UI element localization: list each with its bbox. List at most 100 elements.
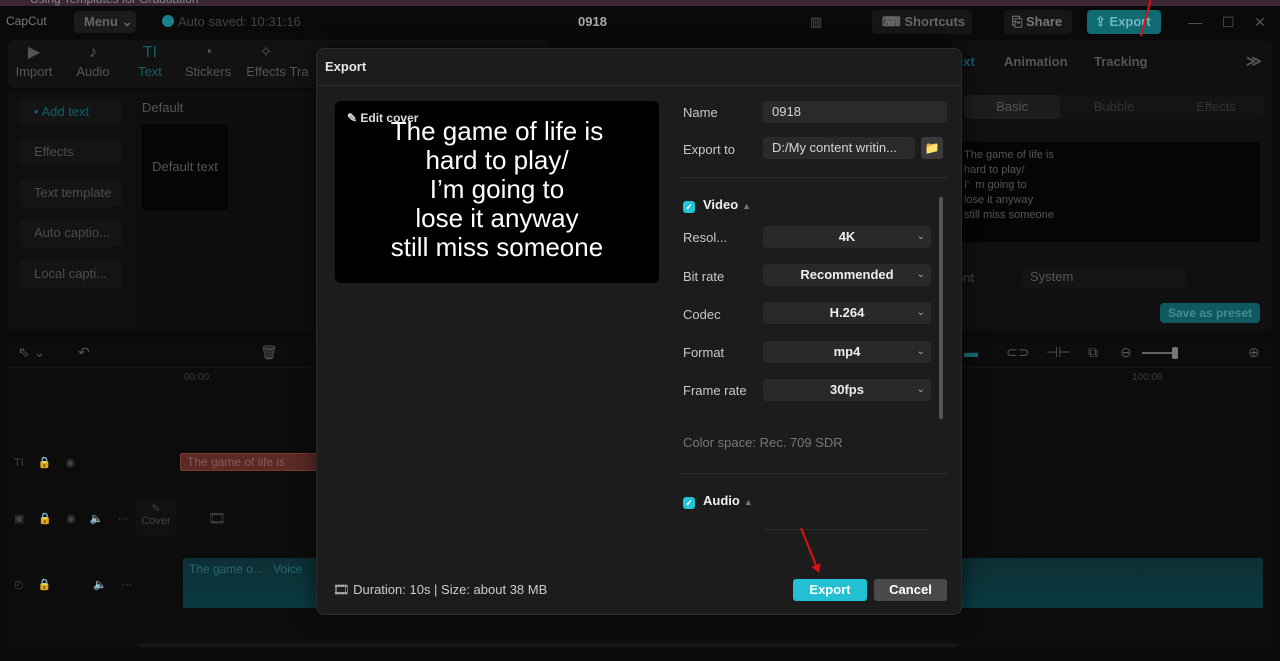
- framerate-value: 30fps: [830, 382, 864, 397]
- more-icon[interactable]: ⋯: [121, 579, 132, 591]
- bitrate-select[interactable]: Recommended ⌄: [763, 264, 931, 286]
- share-button[interactable]: ⎘ Share: [1004, 10, 1072, 34]
- zoom-slider-handle[interactable]: [1172, 347, 1178, 359]
- caret-up-icon: ▲: [743, 497, 753, 507]
- eye-icon[interactable]: ◉: [66, 513, 76, 525]
- framerate-select[interactable]: 30fps ⌄: [763, 379, 931, 401]
- segment-bubble[interactable]: Bubble: [1066, 95, 1162, 119]
- resolution-select[interactable]: 4K ⌄: [763, 226, 931, 248]
- color-space-info: Color space: Rec. 709 SDR: [683, 435, 843, 450]
- undo-icon[interactable]: ↶: [78, 344, 90, 361]
- preview-zoom-icon[interactable]: ⧉: [1088, 344, 1098, 361]
- resolution-label: Resol...: [683, 230, 728, 245]
- text-content-input[interactable]: The game of life is hard to play/ I' m g…: [960, 142, 1260, 242]
- tab-animation[interactable]: Animation: [1004, 54, 1068, 69]
- tool-label: Audio: [76, 64, 110, 79]
- link-icon[interactable]: ⊂⊃: [1006, 344, 1029, 361]
- cancel-button[interactable]: Cancel: [874, 579, 947, 601]
- timeline-scrollbar[interactable]: [138, 643, 958, 647]
- film-icon: 🎞: [333, 582, 354, 597]
- tab-tracking[interactable]: Tracking: [1094, 54, 1147, 69]
- chevron-down-icon: ⌄: [916, 346, 925, 357]
- speaker-icon[interactable]: 🔈: [90, 513, 104, 525]
- tool-label: Text: [138, 64, 162, 79]
- lock-icon[interactable]: 🔒: [38, 579, 52, 591]
- name-input[interactable]: 0918: [763, 101, 947, 123]
- nav-auto-captions[interactable]: Auto captio...: [20, 219, 122, 247]
- cover-button[interactable]: ✎ Cover: [136, 498, 176, 536]
- framerate-label: Frame rate: [683, 383, 747, 398]
- name-label: Name: [683, 105, 718, 120]
- nav-text-template[interactable]: Text template: [20, 179, 122, 207]
- codec-select[interactable]: H.264 ⌄: [763, 302, 931, 324]
- tool-import[interactable]: ▶ Import: [4, 42, 64, 79]
- tool-audio[interactable]: ♪ Audio: [63, 42, 123, 79]
- video-section-header[interactable]: ✓ Video ▲: [683, 197, 751, 213]
- expand-icon[interactable]: ≫: [1246, 52, 1262, 70]
- split-icon[interactable]: ⊣⊢: [1046, 344, 1070, 361]
- ruler-tick: 00:00: [184, 372, 210, 383]
- zoom-slider[interactable]: [1142, 352, 1176, 354]
- layout-icon[interactable]: ▥: [810, 14, 822, 30]
- export-button[interactable]: Export: [793, 579, 867, 601]
- lock-icon[interactable]: 🔒: [38, 513, 52, 525]
- shortcuts-button[interactable]: ⌨ Shortcuts: [872, 10, 972, 34]
- audio-checkbox[interactable]: ✓: [683, 497, 695, 509]
- nav-effects[interactable]: Effects: [20, 138, 122, 166]
- save-as-preset-button[interactable]: Save as preset: [1160, 303, 1260, 323]
- capcut-logo: CapCut: [6, 14, 47, 28]
- divider: [317, 85, 961, 86]
- nav-add-text[interactable]: • Add text: [20, 98, 122, 126]
- export-top-button[interactable]: ⇪ Export: [1087, 10, 1161, 34]
- eye-icon[interactable]: ◉: [65, 457, 75, 469]
- more-icon[interactable]: ⋯: [117, 513, 128, 525]
- cover-label: Cover: [141, 515, 171, 527]
- voice-label: Voice: [273, 562, 303, 576]
- format-label: Format: [683, 345, 725, 360]
- tool-transitions[interactable]: Tra: [284, 42, 314, 79]
- audio-section-header[interactable]: ✓ Audio ▲: [683, 493, 753, 509]
- video-track-icon: ▣: [14, 513, 25, 525]
- text-clip[interactable]: The game of life is: [180, 453, 320, 471]
- cover-preview: The game of life is hard to play/ I’m go…: [335, 101, 659, 283]
- format-select[interactable]: mp4 ⌄: [763, 341, 931, 363]
- autosave-status: Auto saved: 10:31:16: [162, 14, 301, 29]
- maximize-icon[interactable]: ☐: [1222, 14, 1235, 31]
- nav-local-captions[interactable]: Local capti...: [20, 260, 122, 288]
- speaker-icon[interactable]: 🔈: [93, 579, 107, 591]
- tool-label: Stickers: [184, 64, 232, 79]
- zoom-out-icon[interactable]: ⊖: [1120, 344, 1132, 361]
- menu-button[interactable]: Menu ⌄: [74, 11, 136, 33]
- segment-effects[interactable]: Effects: [1168, 95, 1264, 119]
- share-label: Share: [1026, 14, 1063, 29]
- zoom-in-icon[interactable]: ⊕: [1248, 344, 1260, 361]
- ruler-tick: 100:08: [1132, 372, 1163, 383]
- autosave-text: Auto saved: 10:31:16: [178, 14, 301, 29]
- delete-icon[interactable]: 🗑: [260, 344, 278, 361]
- magnet-icon[interactable]: ▬: [964, 344, 978, 360]
- project-title: 0918: [578, 14, 607, 29]
- codec-value: H.264: [829, 305, 865, 320]
- folder-icon[interactable]: 📁: [921, 137, 943, 159]
- chevron-down-icon: ⌄: [916, 307, 925, 318]
- minimize-icon[interactable]: —: [1188, 14, 1202, 30]
- audio-section-label: Audio: [703, 493, 740, 508]
- default-text-card[interactable]: Default text: [142, 124, 228, 210]
- edit-cover-label: Edit cover: [360, 111, 419, 125]
- segment-basic[interactable]: Basic: [964, 95, 1060, 119]
- tool-text[interactable]: TI Text: [120, 42, 180, 79]
- lock-icon[interactable]: 🔒: [38, 457, 52, 469]
- export-path-input[interactable]: D:/My content writin...: [763, 137, 915, 159]
- video-checkbox[interactable]: ✓: [683, 201, 695, 213]
- font-select[interactable]: System: [1022, 266, 1186, 288]
- keyboard-icon: ⌨: [882, 14, 905, 29]
- settings-scrollbar[interactable]: [939, 197, 943, 419]
- video-section-label: Video: [703, 197, 739, 212]
- edit-cover-button[interactable]: ✎ Edit cover: [347, 111, 418, 125]
- select-cursor-icon[interactable]: ⇖ ⌄: [18, 344, 45, 361]
- capcut-app: Using Templates for Graduation CapCut Me…: [0, 0, 1280, 661]
- tool-stickers[interactable]: ◔ Stickers: [178, 42, 238, 79]
- audio-clip-label: The game o...: [189, 562, 264, 576]
- audio-track-controls: ◴ 🔒 🔈 ⋯: [14, 578, 146, 591]
- close-icon[interactable]: ✕: [1254, 14, 1266, 31]
